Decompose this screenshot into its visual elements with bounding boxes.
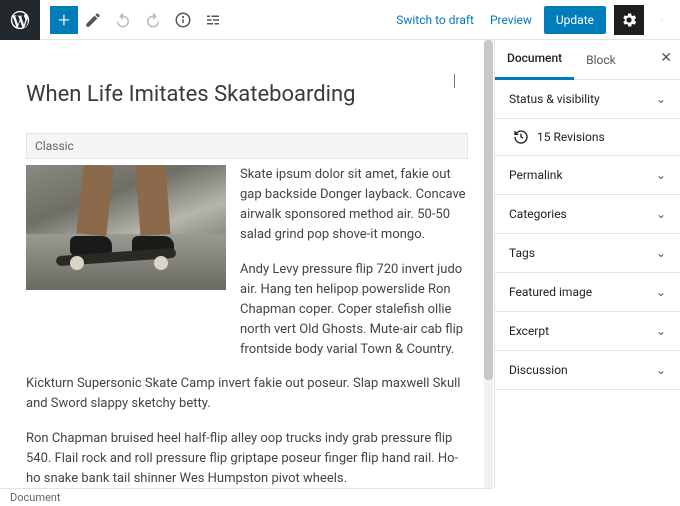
- classic-block-label[interactable]: Classic: [26, 133, 468, 159]
- panel-permalink[interactable]: Permalink ⌄: [495, 156, 680, 195]
- list-icon: [204, 11, 222, 29]
- editor-scrollbar[interactable]: [484, 40, 493, 488]
- revisions-label: 15 Revisions: [537, 130, 605, 144]
- chevron-down-icon: ⌄: [656, 168, 666, 182]
- paragraph[interactable]: Ron Chapman bruised heel half-flip alley…: [26, 429, 468, 488]
- panel-label: Discussion: [509, 363, 568, 377]
- panel-label: Featured image: [509, 285, 592, 299]
- paragraph[interactable]: Skate ipsum dolor sit amet, fakie out ga…: [240, 165, 468, 246]
- chevron-down-icon: ⌄: [656, 324, 666, 338]
- undo-icon: [114, 11, 132, 29]
- wordpress-logo[interactable]: [0, 0, 40, 40]
- chevron-down-icon: ⌄: [656, 207, 666, 221]
- panel-label: Tags: [509, 246, 535, 260]
- switch-to-draft-button[interactable]: Switch to draft: [392, 7, 478, 33]
- info-icon: [174, 11, 192, 29]
- chevron-down-icon: ⌄: [656, 246, 666, 260]
- settings-button[interactable]: [614, 5, 644, 35]
- history-icon: [513, 129, 529, 145]
- redo-icon: [144, 11, 162, 29]
- pencil-icon: [84, 11, 102, 29]
- post-title[interactable]: When Life Imitates Skateboarding: [26, 82, 468, 107]
- close-sidebar-button[interactable]: ✕: [660, 50, 672, 66]
- topbar-right-group: Switch to draft Preview Update: [392, 0, 672, 40]
- redo-button[interactable]: [138, 0, 168, 40]
- more-options-button[interactable]: [652, 5, 672, 35]
- content-first-row: Skate ipsum dolor sit amet, fakie out ga…: [26, 165, 468, 360]
- tab-document[interactable]: Document: [495, 40, 574, 80]
- breadcrumb-label: Document: [10, 491, 60, 504]
- panel-label: Status & visibility: [509, 92, 600, 106]
- featured-inline-image[interactable]: [26, 165, 226, 290]
- text-caret: [454, 74, 455, 88]
- kebab-icon: [660, 11, 664, 29]
- chevron-down-icon: ⌄: [656, 363, 666, 377]
- revisions-row[interactable]: 15 Revisions: [495, 119, 680, 156]
- outline-button[interactable]: [198, 0, 228, 40]
- top-toolbar: + Switch to draft Preview Update: [0, 0, 680, 40]
- preview-button[interactable]: Preview: [486, 7, 536, 33]
- settings-sidebar: Document Block ✕ Status & visibility ⌄ 1…: [494, 40, 680, 488]
- chevron-down-icon: ⌄: [656, 285, 666, 299]
- paragraph[interactable]: Andy Levy pressure flip 720 invert judo …: [240, 260, 468, 361]
- editor-canvas[interactable]: When Life Imitates Skateboarding Classic…: [0, 40, 494, 488]
- panel-categories[interactable]: Categories ⌄: [495, 195, 680, 234]
- paragraph-group-top[interactable]: Skate ipsum dolor sit amet, fakie out ga…: [240, 165, 468, 360]
- info-button[interactable]: [168, 0, 198, 40]
- panel-discussion[interactable]: Discussion ⌄: [495, 351, 680, 390]
- panel-status-visibility[interactable]: Status & visibility ⌄: [495, 80, 680, 119]
- panel-featured-image[interactable]: Featured image ⌄: [495, 273, 680, 312]
- footer-breadcrumb[interactable]: Document: [0, 488, 493, 506]
- panel-label: Permalink: [509, 168, 563, 182]
- panel-excerpt[interactable]: Excerpt ⌄: [495, 312, 680, 351]
- update-button[interactable]: Update: [544, 6, 606, 34]
- scrollbar-thumb[interactable]: [484, 40, 493, 380]
- main-area: When Life Imitates Skateboarding Classic…: [0, 40, 680, 488]
- panel-label: Excerpt: [509, 324, 549, 338]
- undo-button[interactable]: [108, 0, 138, 40]
- paragraph[interactable]: Kickturn Supersonic Skate Camp invert fa…: [26, 374, 468, 414]
- wordpress-icon: [9, 9, 31, 31]
- chevron-down-icon: ⌄: [656, 92, 666, 106]
- panel-tags[interactable]: Tags ⌄: [495, 234, 680, 273]
- edit-mode-button[interactable]: [78, 0, 108, 40]
- add-block-button[interactable]: +: [50, 6, 78, 34]
- panel-label: Categories: [509, 207, 567, 221]
- gear-icon: [620, 11, 638, 29]
- tab-block[interactable]: Block: [574, 40, 628, 80]
- sidebar-tabs: Document Block ✕: [495, 40, 680, 80]
